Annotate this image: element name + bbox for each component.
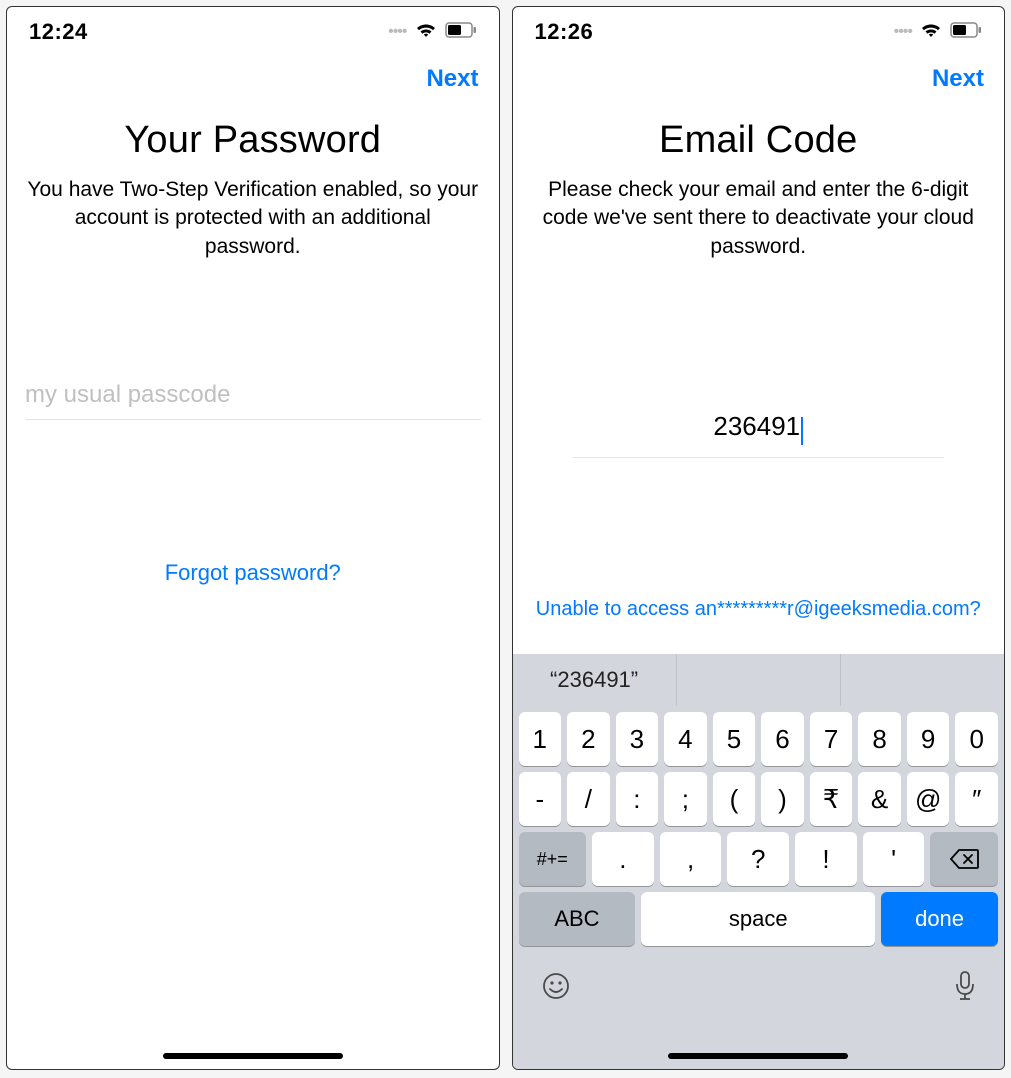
key-,[interactable]: , (660, 832, 722, 886)
key-([interactable]: ( (713, 772, 756, 826)
key-backspace[interactable] (930, 832, 998, 886)
key-0[interactable]: 0 (955, 712, 998, 766)
key-abc[interactable]: ABC (519, 892, 636, 946)
key-₹[interactable]: ₹ (810, 772, 853, 826)
key-@[interactable]: @ (907, 772, 950, 826)
key-:[interactable]: : (616, 772, 659, 826)
text-cursor (801, 417, 803, 445)
home-indicator[interactable] (163, 1053, 343, 1059)
key-)[interactable]: ) (761, 772, 804, 826)
status-icons: •••• (388, 21, 476, 44)
key-5[interactable]: 5 (713, 712, 756, 766)
key-'[interactable]: ' (863, 832, 925, 886)
phone-password-screen: 12:24 •••• Next Your Password You have T… (6, 6, 500, 1070)
key-4[interactable]: 4 (664, 712, 707, 766)
status-time: 12:26 (535, 19, 594, 45)
key-symbols[interactable]: #+= (519, 832, 587, 886)
next-button[interactable]: Next (932, 65, 984, 93)
forgot-password-link[interactable]: Forgot password? (7, 560, 499, 586)
key-1[interactable]: 1 (519, 712, 562, 766)
key-![interactable]: ! (795, 832, 857, 886)
wifi-icon (415, 21, 437, 44)
code-input-wrap[interactable]: 236491 (573, 411, 945, 458)
keyboard-row: ABC space done (513, 886, 1005, 952)
key-?[interactable]: ? (727, 832, 789, 886)
key-/[interactable]: / (567, 772, 610, 826)
keyboard-row: -/:;()₹&@″ (513, 766, 1005, 826)
key-″[interactable]: ″ (955, 772, 998, 826)
key-6[interactable]: 6 (761, 712, 804, 766)
unable-access-link[interactable]: Unable to access an*********r@igeeksmedi… (513, 598, 1005, 621)
battery-icon (950, 22, 982, 43)
emoji-icon[interactable] (541, 971, 571, 1008)
status-bar: 12:24 •••• (7, 7, 499, 57)
key-7[interactable]: 7 (810, 712, 853, 766)
key-8[interactable]: 8 (858, 712, 901, 766)
keyboard-row: #+= .,?!' (513, 826, 1005, 886)
nav-bar: Next (513, 57, 1005, 101)
next-button[interactable]: Next (426, 65, 478, 93)
key-done[interactable]: done (881, 892, 998, 946)
page-subtitle: You have Two-Step Verification enabled, … (7, 176, 499, 261)
status-bar: 12:26 •••• (513, 7, 1005, 57)
key-3[interactable]: 3 (616, 712, 659, 766)
key-.[interactable]: . (592, 832, 654, 886)
cellular-dots-icon: •••• (388, 23, 406, 41)
backspace-icon (949, 848, 979, 870)
password-field-wrap (25, 381, 481, 420)
key-;[interactable]: ; (664, 772, 707, 826)
keyboard: “236491” 1234567890 -/:;()₹&@″ #+= .,?!'… (513, 654, 1005, 1069)
suggestion-item-empty[interactable] (677, 654, 841, 706)
suggestion-item-empty[interactable] (841, 654, 1004, 706)
key-2[interactable]: 2 (567, 712, 610, 766)
phone-emailcode-screen: 12:26 •••• Next Email Code Please check … (512, 6, 1006, 1070)
suggestion-item[interactable]: “236491” (513, 654, 677, 706)
page-title: Email Code (513, 119, 1005, 162)
key-&[interactable]: & (858, 772, 901, 826)
home-indicator[interactable] (668, 1053, 848, 1059)
code-input-value: 236491 (713, 411, 800, 442)
status-time: 12:24 (29, 19, 88, 45)
mic-icon[interactable] (954, 970, 976, 1009)
keyboard-bottom-row (513, 952, 1005, 1009)
key-space[interactable]: space (641, 892, 875, 946)
page-title: Your Password (7, 119, 499, 162)
cellular-dots-icon: •••• (894, 23, 912, 41)
key--[interactable]: - (519, 772, 562, 826)
suggestion-bar: “236491” (513, 654, 1005, 706)
key-9[interactable]: 9 (907, 712, 950, 766)
battery-icon (445, 22, 477, 43)
status-icons: •••• (894, 21, 982, 44)
keyboard-row: 1234567890 (513, 706, 1005, 766)
page-subtitle: Please check your email and enter the 6-… (513, 176, 1005, 261)
password-input[interactable] (25, 381, 481, 409)
wifi-icon (920, 21, 942, 44)
nav-bar: Next (7, 57, 499, 101)
